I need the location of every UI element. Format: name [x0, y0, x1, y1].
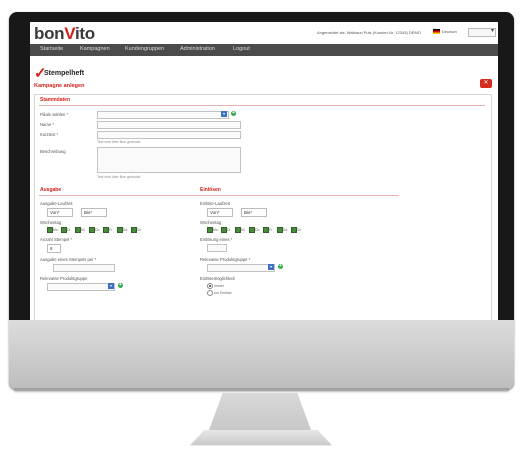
ausgabe-laufzeit-label: Ausgabe-Laufzeit [40, 201, 73, 206]
ausgabe-wochentag-label: Wochentag [40, 220, 62, 225]
filiale-label: Filiale wählen * [40, 112, 69, 117]
checkbox-label: Fr [109, 228, 113, 232]
chevron-down-icon[interactable]: ▾ [108, 283, 114, 289]
beschreibung-hint: Text wird über Bon gedruckt [97, 175, 141, 179]
nav-item-kampagnen[interactable]: Kampagnen [80, 46, 110, 52]
nav-item-startseite[interactable]: Startseite [40, 46, 63, 52]
checkbox-label: Do [255, 228, 260, 232]
page-title: Stempelheft [44, 70, 85, 77]
radio-nur-einloese[interactable] [207, 290, 213, 296]
gueltigkeit-label: Einlösemöglichkeit [200, 276, 235, 281]
nav-item-logout[interactable]: Logout [233, 46, 250, 52]
language-label: Deutsch [442, 29, 457, 34]
kurztext-label: Kurztext * [40, 132, 59, 137]
top-bar: bonVito Angemeldet als: Waltraud Puls (K… [30, 22, 498, 44]
einloese-produktgruppe-select[interactable] [207, 264, 275, 272]
main-nav: Startseite Kampagnen Kundengruppen Admin… [30, 44, 498, 56]
checkbox-label: Mo [53, 228, 58, 232]
checkbox-label: So [137, 228, 142, 232]
checkbox-label: Sa [283, 228, 288, 232]
kurztext-field[interactable] [97, 131, 241, 139]
monitor-stand [208, 393, 312, 433]
einloesung-field[interactable] [207, 244, 227, 252]
add-icon[interactable]: + [231, 111, 236, 116]
anzahl-stempel-label: Anzahl Stempel * [40, 237, 73, 242]
stempel-per-label: Ausgabe eines Stempels per * [40, 257, 97, 262]
logo-left: bon [34, 24, 65, 43]
stempel-per-select[interactable] [53, 264, 115, 272]
section-stammdaten-title: Stammdaten [40, 97, 71, 103]
language-select[interactable] [468, 27, 496, 37]
logo-v: V [64, 24, 75, 43]
checkbox-label: Sa [123, 228, 128, 232]
checkbox-label: Mi [81, 228, 85, 232]
section-einloesen-title: Einlösen [200, 187, 221, 193]
ausgabe-produktgruppe-label: Relevante Produktgruppe [40, 276, 88, 281]
page-subtitle: Kampagne anlegen [34, 83, 85, 89]
ausgabe-produktgruppe-select[interactable] [47, 283, 115, 291]
monitor-chin [9, 320, 514, 390]
radio-immer-label: Immer [214, 284, 224, 288]
ausgabe-bis-field[interactable]: Bis* [81, 208, 107, 217]
checkbox-label: Di [67, 228, 71, 232]
einloese-von-field[interactable]: Von* [207, 208, 233, 217]
anzahl-stempel-field[interactable]: 6 [47, 244, 61, 253]
radio-nur-einloese-label: nur Einlöse [214, 291, 232, 295]
kurztext-hint: Text wird über Bon gedruckt [97, 140, 141, 144]
filiale-select[interactable] [97, 111, 229, 119]
user-info: Angemeldet als: Waltraud Puls (Kunden-Nr… [317, 30, 421, 35]
close-button[interactable]: ✕ [480, 79, 492, 88]
ausgabe-von-field[interactable]: Von* [47, 208, 73, 217]
einloese-bis-field[interactable]: Bis* [241, 208, 267, 217]
logo-right: ito [75, 24, 95, 43]
section-ausgabe-title: Ausgabe [40, 187, 62, 193]
einloese-produktgruppe-label: Relevante Produktgruppe * [200, 257, 251, 262]
einloesung-label: Einlösung eines * [200, 237, 233, 242]
logo[interactable]: bonVito [34, 24, 95, 44]
nav-item-administration[interactable]: Administration [180, 46, 215, 52]
name-field[interactable] [97, 121, 241, 129]
checkbox-label: Di [227, 228, 231, 232]
nav-item-kundengruppen[interactable]: Kundengruppen [125, 46, 164, 52]
chevron-down-icon[interactable]: ▾ [268, 264, 274, 270]
beschreibung-label: Beschreibung [40, 149, 66, 154]
einloese-laufzeit-label: Einlöse-Laufzeit [200, 201, 230, 206]
checkbox-label: Do [95, 228, 100, 232]
name-label: Name * [40, 122, 54, 127]
form-panel: Stammdaten Filiale wählen * ▾ + Name * K… [34, 94, 492, 320]
monitor-base [190, 430, 332, 446]
add-icon[interactable]: + [118, 283, 123, 288]
einloese-wochentag-label: Wochentag [200, 220, 222, 225]
add-icon[interactable]: + [278, 264, 283, 269]
divider [199, 195, 399, 196]
chevron-down-icon[interactable]: ▾ [221, 111, 227, 117]
checkbox-label: Mi [241, 228, 245, 232]
checkbox-label: So [297, 228, 302, 232]
checkbox-label: Mo [213, 228, 218, 232]
screen: bonVito Angemeldet als: Waltraud Puls (K… [30, 22, 498, 320]
divider [39, 105, 485, 106]
german-flag-icon [433, 29, 440, 34]
checkbox-label: Fr [269, 228, 273, 232]
beschreibung-textarea[interactable] [97, 147, 241, 173]
radio-immer[interactable] [207, 283, 213, 289]
